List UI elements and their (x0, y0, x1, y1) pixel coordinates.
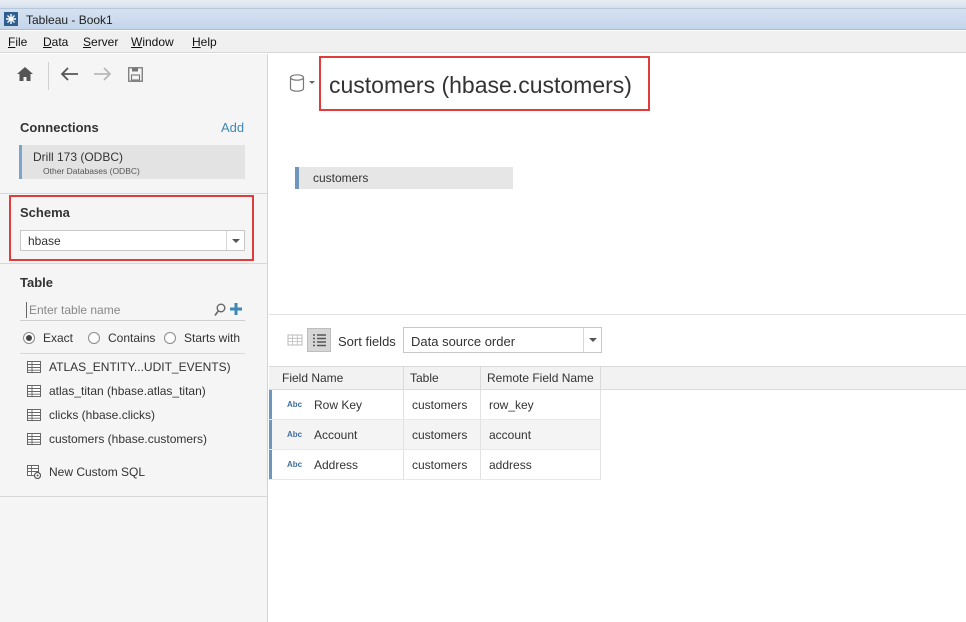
menu-data[interactable]: Data (43, 35, 68, 49)
table-cell: customers (404, 390, 481, 419)
table-grid-icon (27, 385, 41, 397)
data-source-main: customers (hbase.customers) customers So… (269, 54, 966, 622)
schema-selected-value: hbase (28, 234, 61, 248)
toolbar-separator (48, 62, 49, 90)
canvas-table-pill[interactable]: customers (295, 167, 513, 189)
string-type-icon[interactable]: Abc (287, 430, 302, 439)
table-heading: Table (20, 275, 53, 290)
grid-header: Field Name Table Remote Field Name (269, 366, 966, 390)
menu-bar: File Data Server Window Help (0, 31, 966, 53)
left-pane: Connections Add Drill 173 (ODBC) Other D… (0, 54, 268, 622)
table-grid-icon (27, 361, 41, 373)
table-list-item[interactable]: ATLAS_ENTITY...UDIT_EVENTS) (27, 358, 231, 376)
table-name: atlas_titan (hbase.atlas_titan) (49, 384, 206, 398)
connection-item[interactable]: Drill 173 (ODBC) Other Databases (ODBC) (19, 145, 245, 179)
database-icon[interactable] (289, 74, 305, 92)
table-name: customers (hbase.customers) (49, 432, 208, 446)
table-name: ATLAS_ENTITY...UDIT_EVENTS) (49, 360, 231, 374)
window-title: Tableau - Book1 (26, 13, 113, 27)
field-name-cell[interactable]: Address (314, 450, 404, 479)
forward-arrow-icon[interactable] (92, 64, 112, 84)
grid-view-icon[interactable] (283, 328, 307, 352)
schema-dropdown[interactable]: hbase (20, 230, 245, 251)
row-marker (269, 390, 272, 419)
chevron-down-icon[interactable] (583, 328, 601, 352)
list-view-icon (313, 334, 326, 347)
back-arrow-icon[interactable] (60, 64, 80, 84)
table-row[interactable]: Abc Address customers address (269, 450, 601, 480)
field-name-cell[interactable]: Row Key (314, 390, 404, 419)
caret-down-icon[interactable] (309, 81, 315, 84)
table-search-input[interactable] (26, 302, 206, 318)
menu-help[interactable]: Help (192, 35, 217, 49)
table-grid-icon (27, 409, 41, 421)
remote-field-cell: account (481, 420, 601, 449)
sort-fields-selected: Data source order (411, 334, 516, 349)
connection-name: Drill 173 (ODBC) (33, 150, 124, 164)
column-header-table[interactable]: Table (404, 367, 481, 390)
table-list-item[interactable]: atlas_titan (hbase.atlas_titan) (27, 382, 206, 400)
column-header-remote-field[interactable]: Remote Field Name (481, 367, 601, 390)
title-bar: Tableau - Book1 (0, 0, 966, 30)
left-toolbar (0, 54, 268, 100)
table-search-box (20, 300, 245, 321)
radio-starts-with[interactable] (164, 332, 176, 344)
table-cell: customers (404, 420, 481, 449)
column-header-field-name[interactable]: Field Name (269, 367, 404, 390)
radio-contains[interactable] (88, 332, 100, 344)
list-view-button[interactable] (307, 328, 331, 352)
match-exact-option[interactable]: Exact (23, 330, 73, 346)
window-top-strip (0, 0, 966, 9)
table-row[interactable]: Abc Row Key customers row_key (269, 390, 601, 420)
table-list-item[interactable]: customers (hbase.customers) (27, 430, 207, 448)
list-divider (20, 353, 245, 354)
match-starts-with-option[interactable]: Starts with (164, 330, 240, 346)
schema-heading: Schema (20, 205, 70, 220)
menu-file[interactable]: File (8, 35, 27, 49)
save-icon[interactable] (125, 64, 145, 84)
tableau-app-icon (4, 12, 18, 26)
home-icon[interactable] (15, 64, 35, 84)
custom-sql-icon (27, 465, 41, 479)
radio-starts-with-label: Starts with (184, 331, 241, 345)
menu-server[interactable]: Server (83, 35, 118, 49)
connection-type: Other Databases (ODBC) (43, 166, 140, 176)
add-connection-link[interactable]: Add (221, 120, 244, 135)
radio-exact[interactable] (23, 332, 35, 344)
add-table-plus-icon[interactable] (229, 302, 243, 316)
table-name: clicks (hbase.clicks) (49, 408, 156, 422)
table-row[interactable]: Abc Account customers account (269, 420, 601, 450)
match-contains-option[interactable]: Contains (88, 330, 155, 346)
radio-exact-label: Exact (43, 331, 74, 345)
new-custom-sql-item[interactable]: New Custom SQL (27, 463, 145, 481)
sort-fields-dropdown[interactable]: Data source order (403, 327, 602, 353)
table-list-item[interactable]: clicks (hbase.clicks) (27, 406, 155, 424)
row-marker (269, 450, 272, 479)
section-divider (0, 193, 268, 194)
remote-field-cell: address (481, 450, 601, 479)
row-marker (269, 420, 272, 449)
search-icon[interactable] (214, 303, 226, 317)
grid-toolbar: Sort fields Data source order (269, 314, 966, 364)
canvas-table-name: customers (313, 171, 369, 185)
string-type-icon[interactable]: Abc (287, 400, 302, 409)
data-source-title[interactable]: customers (hbase.customers) (329, 72, 632, 99)
radio-contains-label: Contains (108, 331, 156, 345)
table-grid-icon (27, 433, 41, 445)
new-custom-sql-label: New Custom SQL (49, 465, 146, 479)
remote-field-cell: row_key (481, 390, 601, 419)
table-cell: customers (404, 450, 481, 479)
section-divider (0, 496, 268, 497)
section-divider (0, 263, 268, 264)
chevron-down-icon[interactable] (226, 231, 244, 250)
sort-fields-label: Sort fields (338, 334, 396, 349)
string-type-icon[interactable]: Abc (287, 460, 302, 469)
menu-window[interactable]: Window (131, 35, 174, 49)
connections-heading: Connections (20, 120, 99, 135)
field-name-cell[interactable]: Account (314, 420, 404, 449)
